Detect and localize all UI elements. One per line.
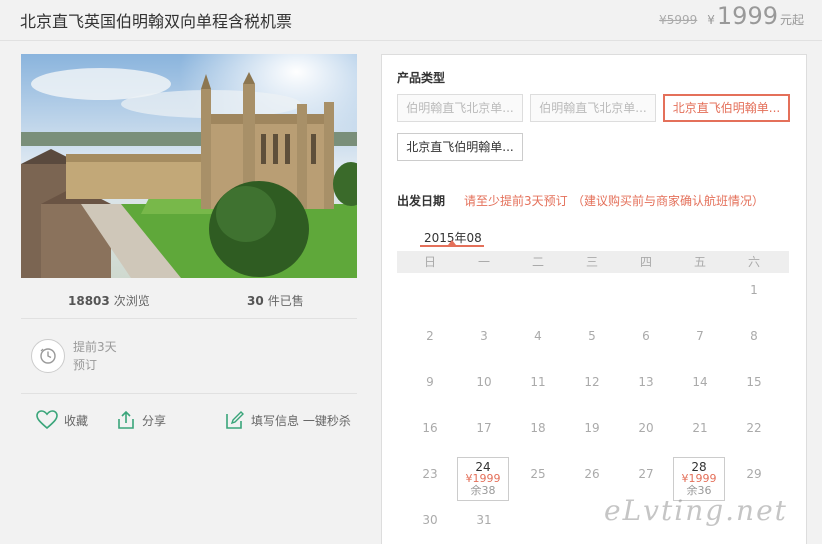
calendar-day: 7 bbox=[696, 329, 704, 343]
calendar-day: 13 bbox=[638, 375, 654, 389]
calendar-day: 29 bbox=[746, 467, 762, 481]
favorite-label: 收藏 bbox=[64, 413, 89, 428]
calendar-day: 4 bbox=[534, 329, 542, 343]
old-price: ¥5999 bbox=[659, 13, 698, 27]
calendar-day: 30 bbox=[422, 513, 438, 527]
heart-icon bbox=[36, 410, 58, 430]
share-button[interactable]: 分享 bbox=[116, 410, 166, 430]
action-bar: 收藏 分享 填写信息 一键秒杀 bbox=[21, 410, 361, 434]
watermark-text: eLvting.net bbox=[604, 494, 788, 527]
calendar-day: 26 bbox=[584, 467, 600, 481]
calendar-day: 8 bbox=[750, 329, 758, 343]
product-option-1[interactable]: 伯明翰直飞北京单... bbox=[397, 94, 523, 122]
calendar-day: 20 bbox=[638, 421, 654, 435]
current-price: 1999 bbox=[716, 2, 778, 30]
weekday-wed: 三 bbox=[585, 255, 598, 269]
calendar-day: 3 bbox=[480, 329, 488, 343]
confirm-note: （建议购买前与商家确认航班情况） bbox=[572, 194, 765, 208]
price-unit: 元起 bbox=[779, 13, 804, 27]
month-underline bbox=[420, 245, 484, 247]
advance-booking: 提前3天 预订 bbox=[31, 338, 117, 374]
product-option-2[interactable]: 伯明翰直飞北京单... bbox=[530, 94, 656, 122]
weekday-thu: 四 bbox=[639, 255, 652, 269]
clock-icon bbox=[31, 339, 65, 373]
calendar-day: 14 bbox=[692, 375, 708, 389]
calendar-day: 2 bbox=[426, 329, 434, 343]
calendar-day: 19 bbox=[584, 421, 600, 435]
weekday-fri: 五 bbox=[693, 255, 706, 269]
fill-info-button[interactable]: 填写信息 一键秒杀 bbox=[225, 410, 351, 430]
calendar-day-available[interactable]: 24 ¥1999 余38 bbox=[457, 457, 509, 501]
weekday-tue: 二 bbox=[531, 255, 544, 269]
calendar-day: 16 bbox=[422, 421, 438, 435]
advance-note: 请至少提前3天预订 bbox=[464, 194, 568, 208]
advance-divider bbox=[21, 393, 357, 394]
weekday-mon: 一 bbox=[477, 255, 490, 269]
calendar-day: 15 bbox=[746, 375, 762, 389]
product-title: 北京直飞英国伯明翰双向单程含税机票 bbox=[20, 12, 293, 31]
calendar-day: 27 bbox=[638, 467, 654, 481]
sold-label: 件已售 bbox=[267, 294, 304, 308]
calendar-day: 17 bbox=[476, 421, 492, 435]
views-stat: 18803 次浏览 bbox=[68, 292, 150, 309]
departure-date-label: 出发日期 bbox=[397, 194, 446, 208]
stats-divider bbox=[21, 318, 357, 319]
header-divider bbox=[0, 40, 822, 41]
currency-symbol: ¥ bbox=[707, 13, 715, 27]
product-stats: 18803 次浏览 30 件已售 bbox=[21, 288, 357, 318]
product-option-3-selected[interactable]: 北京直飞伯明翰单... bbox=[663, 94, 790, 122]
sold-count: 30 bbox=[247, 294, 264, 308]
day-remaining: 余38 bbox=[470, 484, 496, 497]
calendar-day: 9 bbox=[426, 375, 434, 389]
views-count: 18803 bbox=[68, 294, 110, 308]
fill-info-label: 填写信息 一键秒杀 bbox=[251, 413, 351, 428]
calendar-day: 11 bbox=[530, 375, 546, 389]
product-photo bbox=[21, 54, 357, 278]
weekday-header: 日 一 二 三 四 五 六 bbox=[397, 251, 789, 273]
calendar-day: 23 bbox=[422, 467, 438, 481]
share-label: 分享 bbox=[142, 413, 167, 428]
product-option-4[interactable]: 北京直飞伯明翰单... bbox=[397, 133, 523, 161]
weekday-sat: 六 bbox=[747, 255, 760, 269]
calendar-day: 10 bbox=[476, 375, 492, 389]
calendar-day: 6 bbox=[642, 329, 650, 343]
booking-panel: 产品类型 伯明翰直飞北京单... 伯明翰直飞北京单... 北京直飞伯明翰单...… bbox=[381, 54, 807, 544]
advance-line1: 提前3天 bbox=[73, 340, 117, 354]
calendar-day: 5 bbox=[588, 329, 596, 343]
calendar-day: 12 bbox=[584, 375, 600, 389]
product-type-label: 产品类型 bbox=[397, 71, 446, 85]
views-label: 次浏览 bbox=[113, 294, 150, 308]
price-box: ¥5999 ¥ 1999 元起 bbox=[659, 2, 804, 30]
sold-stat: 30 件已售 bbox=[247, 292, 304, 309]
advance-line2: 预订 bbox=[73, 358, 98, 372]
calendar-day: 22 bbox=[746, 421, 762, 435]
favorite-button[interactable]: 收藏 bbox=[36, 410, 88, 430]
calendar-day: 1 bbox=[750, 283, 758, 297]
share-icon bbox=[118, 410, 134, 429]
edit-icon bbox=[226, 411, 244, 429]
calendar-day: 18 bbox=[530, 421, 546, 435]
calendar-day: 21 bbox=[692, 421, 708, 435]
advance-text: 提前3天 预订 bbox=[73, 338, 117, 374]
weekday-sun: 日 bbox=[423, 255, 436, 269]
calendar-day: 25 bbox=[530, 467, 546, 481]
calendar-day: 31 bbox=[476, 513, 492, 527]
